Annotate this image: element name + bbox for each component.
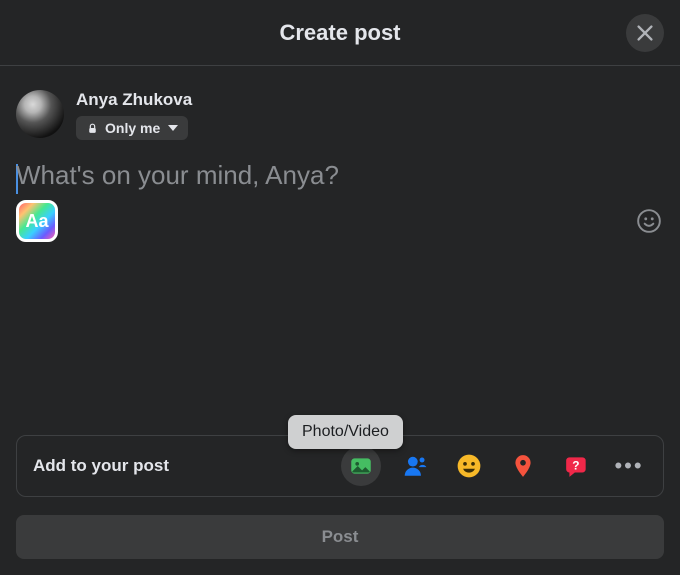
add-to-post-label: Add to your post	[33, 456, 331, 476]
audience-selector[interactable]: Only me	[76, 116, 188, 140]
avatar[interactable]	[16, 90, 64, 138]
attachment-icons: ? •••	[341, 446, 647, 486]
emoji-picker-button[interactable]	[634, 206, 664, 236]
user-row: Anya Zhukova Only me	[16, 90, 664, 140]
lock-icon	[86, 122, 99, 135]
post-text-input[interactable]: What's on your mind, Anya?	[16, 160, 664, 200]
location-pin-icon	[510, 453, 536, 479]
user-name: Anya Zhukova	[76, 90, 192, 110]
composer: What's on your mind, Anya? Aa	[16, 160, 664, 435]
post-button-label: Post	[322, 527, 359, 547]
dialog-body: Anya Zhukova Only me What's on your mind…	[0, 66, 680, 435]
photo-icon	[348, 453, 374, 479]
more-options-button[interactable]: •••	[611, 455, 647, 477]
composer-footer: Aa	[16, 200, 664, 254]
svg-text:?: ?	[572, 458, 579, 472]
photo-video-button[interactable]	[341, 446, 381, 486]
close-button[interactable]	[626, 14, 664, 52]
tag-people-button[interactable]	[395, 446, 435, 486]
dialog-title: Create post	[279, 20, 400, 46]
qa-icon: ?	[564, 453, 590, 479]
background-picker-button[interactable]: Aa	[16, 200, 58, 242]
dialog-header: Create post	[0, 0, 680, 66]
qa-button[interactable]: ?	[557, 446, 597, 486]
check-in-button[interactable]	[503, 446, 543, 486]
photo-video-tooltip: Photo/Video	[288, 415, 403, 449]
aa-icon: Aa	[25, 211, 48, 232]
feeling-activity-button[interactable]	[449, 446, 489, 486]
feeling-icon	[456, 453, 482, 479]
close-icon	[634, 22, 656, 44]
create-post-dialog: Create post Anya Zhukova Only me	[0, 0, 680, 575]
audience-label: Only me	[105, 120, 160, 136]
tag-people-icon	[402, 453, 428, 479]
ellipsis-icon: •••	[614, 453, 643, 478]
user-meta: Anya Zhukova Only me	[76, 90, 192, 140]
smile-icon	[636, 208, 662, 234]
chevron-down-icon	[168, 125, 178, 131]
post-button[interactable]: Post	[16, 515, 664, 559]
